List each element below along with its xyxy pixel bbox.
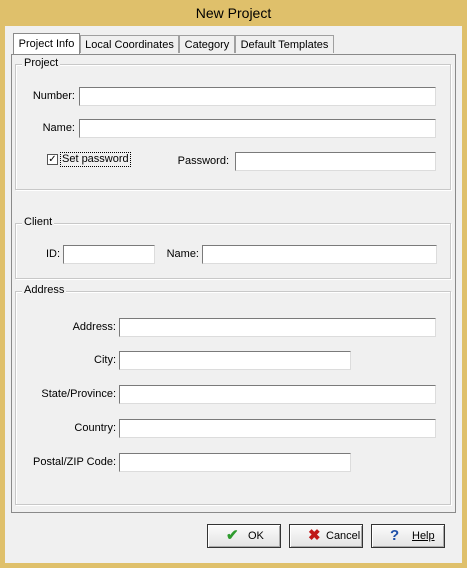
state-province-input[interactable] [119, 385, 436, 404]
number-input[interactable] [79, 87, 436, 106]
set-password-checkbox[interactable]: ✓ [47, 154, 58, 165]
project-group-title: Project [22, 57, 61, 69]
client-id-label: ID: [45, 248, 60, 260]
state-province-label: State/Province: [41, 388, 116, 400]
password-input[interactable] [235, 152, 436, 171]
set-password-label[interactable]: Set password [60, 152, 131, 167]
tab-panel-project-info: Project Number: Name: ✓ Set password Pas… [11, 54, 456, 513]
name-label: Name: [42, 122, 75, 134]
checkmark-icon: ✔ [226, 527, 239, 544]
dialog-body: Project Info Local Coordinates Category … [5, 26, 462, 563]
cancel-button[interactable]: ✖ Cancel [289, 524, 363, 548]
tab-project-info[interactable]: Project Info [13, 33, 80, 54]
postal-zip-input[interactable] [119, 453, 351, 472]
help-button-label: Help [412, 530, 435, 542]
tab-category[interactable]: Category [179, 35, 235, 53]
cancel-button-label: Cancel [326, 530, 361, 542]
client-name-label: Name: [166, 248, 199, 260]
number-label: Number: [32, 90, 75, 102]
country-input[interactable] [119, 419, 436, 438]
city-label: City: [94, 354, 116, 366]
client-group: Client ID: Name: [15, 216, 451, 279]
project-group: Project Number: Name: ✓ Set password Pas… [15, 57, 451, 190]
dialog-window: New Project Project Info Local Coordinat… [0, 0, 467, 568]
client-id-input[interactable] [63, 245, 155, 264]
name-input[interactable] [79, 119, 436, 138]
question-icon: ? [390, 527, 400, 544]
ok-button[interactable]: ✔ OK [207, 524, 281, 548]
tab-local-coordinates[interactable]: Local Coordinates [80, 35, 179, 53]
x-icon: ✖ [308, 527, 321, 544]
client-group-title: Client [22, 216, 55, 228]
tab-default-templates[interactable]: Default Templates [235, 35, 334, 53]
ok-button-label: OK [248, 530, 264, 542]
address-input[interactable] [119, 318, 436, 337]
password-label: Password: [177, 155, 229, 167]
client-name-input[interactable] [202, 245, 437, 264]
country-label: Country: [74, 422, 116, 434]
help-button[interactable]: ? Help [371, 524, 445, 548]
address-label: Address: [72, 321, 116, 333]
address-group: Address Address: City: State/Province: C… [15, 284, 451, 505]
address-group-title: Address [22, 284, 67, 296]
window-title: New Project [195, 5, 272, 21]
city-input[interactable] [119, 351, 351, 370]
postal-zip-label: Postal/ZIP Code: [33, 456, 116, 468]
